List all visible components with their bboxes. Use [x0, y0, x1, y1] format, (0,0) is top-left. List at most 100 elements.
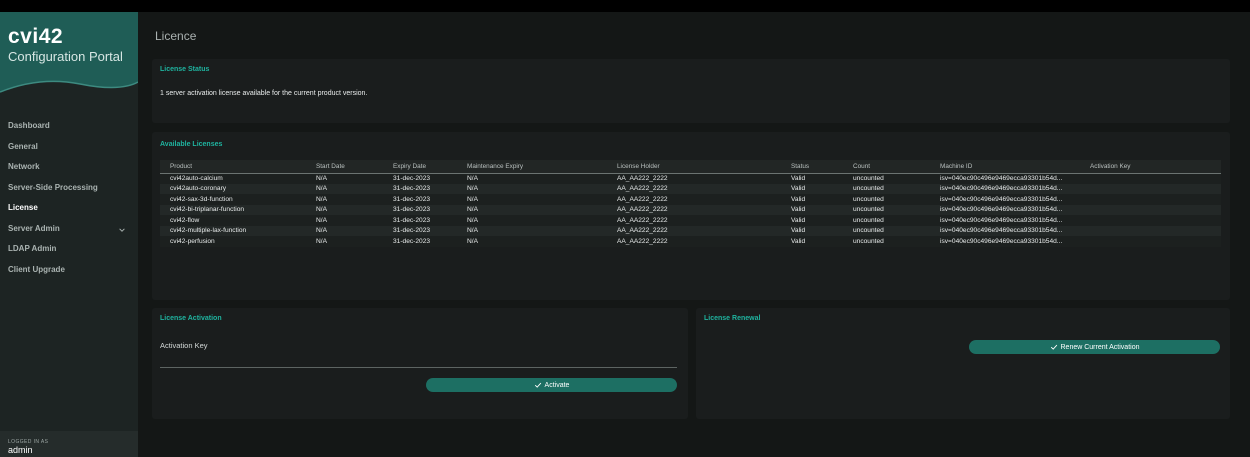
sidebar-item-network[interactable]: Network [0, 157, 138, 178]
activate-button[interactable]: Activate [426, 378, 677, 392]
column-header-status[interactable]: Status [781, 160, 843, 174]
activation-key-input[interactable] [160, 367, 677, 368]
table-cell: N/A [457, 215, 607, 226]
table-cell: isv=040ec90c496e9469ecca93301b54d... [930, 204, 1080, 215]
activation-key-label: Activation Key [160, 341, 208, 350]
table-cell: isv=040ec90c496e9469ecca93301b54d... [930, 236, 1080, 247]
column-header-product[interactable]: Product [160, 160, 306, 174]
table-cell: 31-dec-2023 [383, 204, 457, 215]
table-cell: uncounted [843, 215, 930, 226]
table-cell: isv=040ec90c496e9469ecca93301b54d... [930, 215, 1080, 226]
table-cell: uncounted [843, 236, 930, 247]
licenses-table: Product Start Date Expiry Date Maintenance … [160, 160, 1221, 247]
table-cell: AA_AA222_2222 [607, 173, 781, 184]
sidebar-item-general[interactable]: General [0, 137, 138, 158]
license-status-card: License Status 1 server activation licen… [152, 59, 1230, 123]
table-cell [1080, 183, 1221, 194]
logged-in-panel: LOGGED IN AS admin [0, 431, 138, 457]
renew-activation-button[interactable]: Renew Current Activation [969, 340, 1220, 354]
brand-subtitle: Configuration Portal [8, 49, 123, 64]
sidebar-item-label: LDAP Admin [8, 244, 57, 253]
table-cell: AA_AA222_2222 [607, 225, 781, 236]
table-cell [1080, 236, 1221, 247]
table-row[interactable]: cvi42auto-calcium N/A 31-dec-2023 N/A AA_AA2… [160, 173, 1221, 184]
table-cell: uncounted [843, 183, 930, 194]
table-cell: isv=040ec90c496e9469ecca93301b54d... [930, 183, 1080, 194]
chevron-down-icon[interactable] [118, 226, 126, 234]
table-cell: cvi42-bi-triplanar-function [160, 204, 306, 215]
page-title: Licence [155, 29, 197, 43]
sidebar-item-label: General [8, 141, 38, 151]
check-icon [1050, 344, 1057, 350]
sidebar-item-label: Client Upgrade [8, 264, 65, 274]
table-cell: cvi42-flow [160, 215, 306, 226]
sidebar-item-label: Server-Side Processing [8, 182, 98, 192]
table-cell: cvi42auto-calcium [160, 173, 306, 184]
activate-button-label: Activate [544, 381, 570, 389]
table-cell: 31-dec-2023 [383, 173, 457, 184]
sidebar-item-label: Dashboard [8, 121, 50, 130]
column-header-maintenance-expiry[interactable]: Maintenance Expiry [457, 160, 607, 174]
table-cell: N/A [457, 236, 607, 247]
brand-header: cvi42 Configuration Portal [0, 12, 138, 102]
table-cell: AA_AA222_2222 [607, 194, 781, 205]
table-cell: Valid [781, 194, 843, 205]
column-header-count[interactable]: Count [843, 160, 930, 174]
sidebar-item-license[interactable]: License [0, 198, 138, 219]
table-cell: N/A [306, 225, 383, 236]
table-body: cvi42auto-calcium N/A 31-dec-2023 N/A AA_AA2… [160, 173, 1221, 247]
logged-in-user: admin [8, 445, 33, 455]
sidebar-item-client-upgrade[interactable]: Client Upgrade [0, 260, 138, 281]
column-header-license-holder[interactable]: License Holder [607, 160, 781, 174]
table-cell: Valid [781, 236, 843, 247]
table-cell [1080, 204, 1221, 215]
sidebar: cvi42 Configuration Portal Dashboard Gene… [0, 12, 138, 457]
table-row[interactable]: cvi42auto-coronary N/A 31-dec-2023 N/A AA_AA… [160, 183, 1221, 194]
table-cell: Valid [781, 225, 843, 236]
table-header-row: Product Start Date Expiry Date Maintenance … [160, 160, 1221, 174]
brand-logo: cvi42 [8, 25, 64, 48]
column-header-expiry-date[interactable]: Expiry Date [383, 160, 457, 174]
sidebar-nav: Dashboard General Network Server-Side Proce… [0, 116, 138, 280]
table-cell: cvi42-sax-3d-function [160, 194, 306, 205]
table-cell [1080, 225, 1221, 236]
table-row[interactable]: cvi42-bi-triplanar-function N/A 31-dec-202… [160, 204, 1221, 215]
sidebar-item-server-admin[interactable]: Server Admin [0, 219, 138, 240]
table-cell: N/A [306, 183, 383, 194]
table-cell: 31-dec-2023 [383, 183, 457, 194]
main-content: Licence License Status 1 server activati… [138, 12, 1250, 457]
table-cell: isv=040ec90c496e9469ecca93301b54d... [930, 173, 1080, 184]
sidebar-item-dashboard[interactable]: Dashboard [0, 116, 138, 137]
table-row[interactable]: cvi42-perfusion N/A 31-dec-2023 N/A AA_AA222… [160, 236, 1221, 247]
table-cell: uncounted [843, 194, 930, 205]
table-cell: uncounted [843, 204, 930, 215]
table-row[interactable]: cvi42-flow N/A 31-dec-2023 N/A AA_AA222_2222… [160, 215, 1221, 226]
license-status-text: 1 server activation license available fo… [160, 90, 368, 97]
column-header-machine-id[interactable]: Machine ID [930, 160, 1080, 174]
column-header-start-date[interactable]: Start Date [306, 160, 383, 174]
table-cell: cvi42-multiple-lax-function [160, 225, 306, 236]
app-window: cvi42 Configuration Portal Dashboard Gene… [0, 12, 1250, 457]
table-cell: N/A [457, 173, 607, 184]
table-cell [1080, 194, 1221, 205]
sidebar-item-label: Server Admin [8, 223, 60, 233]
table-cell [1080, 215, 1221, 226]
sidebar-item-server-side-processing[interactable]: Server-Side Processing [0, 178, 138, 199]
table-cell: cvi42auto-coronary [160, 183, 306, 194]
available-licenses-card: Available Licenses Product Start Date Expi… [152, 132, 1230, 300]
sidebar-item-label: Network [8, 162, 40, 171]
available-licenses-title: Available Licenses [160, 141, 223, 148]
table-cell: N/A [306, 204, 383, 215]
table-cell: 31-dec-2023 [383, 236, 457, 247]
table-row[interactable]: cvi42-multiple-lax-function N/A 31-dec-202… [160, 225, 1221, 236]
table-cell: Valid [781, 215, 843, 226]
table-cell: cvi42-perfusion [160, 236, 306, 247]
column-header-activation-key[interactable]: Activation Key [1080, 160, 1221, 174]
table-cell: N/A [457, 194, 607, 205]
sidebar-item-ldap-admin[interactable]: LDAP Admin [0, 239, 138, 260]
table-cell: 31-dec-2023 [383, 225, 457, 236]
table-cell: AA_AA222_2222 [607, 183, 781, 194]
sidebar-item-label: License [8, 203, 38, 212]
table-row[interactable]: cvi42-sax-3d-function N/A 31-dec-2023 N/A AA… [160, 194, 1221, 205]
table-cell: N/A [457, 225, 607, 236]
